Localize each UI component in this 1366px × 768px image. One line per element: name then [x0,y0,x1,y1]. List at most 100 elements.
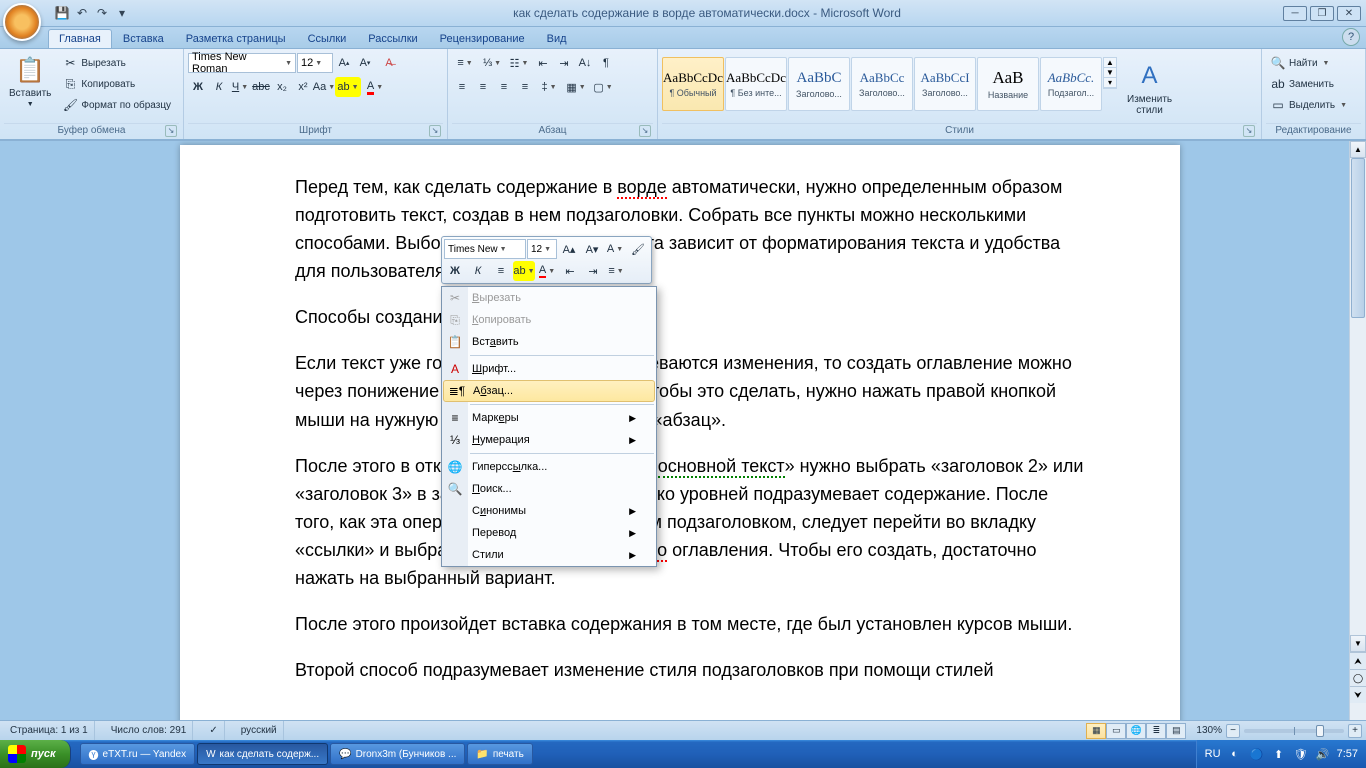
justify-icon[interactable]: ≡ [515,77,535,97]
taskbar-item-browser[interactable]: 🅨eTXT.ru — Yandex [80,743,196,765]
prev-page-icon[interactable]: ⮝ [1350,652,1366,669]
office-button[interactable] [3,3,41,41]
scroll-up-icon[interactable]: ▲ [1350,141,1366,158]
tab-insert[interactable]: Вставка [112,29,175,48]
zoom-slider[interactable] [1244,729,1344,733]
style-subtitle[interactable]: AaBbCc.Подзагол... [1040,57,1102,111]
paragraph-expand-icon[interactable]: ↘ [639,125,651,137]
mini-format-painter-icon[interactable]: 🖌 [627,239,649,259]
ctx-paste[interactable]: 📋Вставить [442,331,656,353]
borders-icon[interactable]: ▢▼ [590,77,616,97]
tray-clock[interactable]: 7:57 [1337,748,1358,760]
minimize-button[interactable]: ─ [1283,6,1307,21]
change-styles-button[interactable]: A Изменить стили [1122,57,1177,119]
font-expand-icon[interactable]: ↘ [429,125,441,137]
ctx-bullets[interactable]: ≡Маркеры▶ [442,407,656,429]
tray-icon[interactable]: 🔊 [1315,746,1331,762]
paste-button[interactable]: 📋 Вставить ▼ [4,51,56,111]
mini-center-icon[interactable]: ≡ [490,261,512,281]
mini-shrink-font-icon[interactable]: A▾ [581,239,603,259]
taskbar-item-chat[interactable]: 💬Dronx3m (Бунчиков ... [330,743,465,765]
superscript-icon[interactable]: x² [293,77,313,97]
style-scrollbar[interactable]: ▲▼▾ [1103,57,1117,89]
shrink-font-icon[interactable]: A▾ [355,53,375,73]
style-up-icon[interactable]: ▲ [1104,58,1116,68]
align-left-icon[interactable]: ≡ [452,77,472,97]
document-page[interactable]: Перед тем, как сделать содержание в ворд… [180,145,1180,720]
maximize-button[interactable]: ❐ [1310,6,1334,21]
mini-font-combo[interactable]: Times New▼ [444,239,526,259]
save-icon[interactable]: 💾 [53,4,71,22]
help-icon[interactable]: ? [1342,28,1360,46]
copy-button[interactable]: ⎘Копировать [58,74,175,94]
ctx-numbering[interactable]: ⅓Нумерация▶ [442,429,656,451]
close-button[interactable]: ✕ [1337,6,1361,21]
mini-size-combo[interactable]: 12▼ [527,239,557,259]
align-center-icon[interactable]: ≡ [473,77,493,97]
clear-format-icon[interactable]: A̶ [376,53,402,73]
tab-review[interactable]: Рецензирование [429,29,536,48]
style-heading2[interactable]: AaBbCcЗаголово... [851,57,913,111]
style-more-icon[interactable]: ▾ [1104,78,1116,88]
view-web[interactable]: 🌐 [1126,723,1146,739]
indent-dec-icon[interactable]: ⇤ [533,53,553,73]
multilevel-icon[interactable]: ☷▼ [506,53,532,73]
view-full-reading[interactable]: ▭ [1106,723,1126,739]
underline-icon[interactable]: Ч▼ [230,77,250,97]
start-button[interactable]: пуск [0,740,71,768]
redo-icon[interactable]: ↷ [93,4,111,22]
ctx-translate[interactable]: Перевод▶ [442,522,656,544]
tray-icon[interactable]: 🔵 [1249,746,1265,762]
strike-icon[interactable]: abc [251,77,271,97]
mini-highlight-icon[interactable]: ab▼ [513,261,535,281]
shading-icon[interactable]: ▦▼ [563,77,589,97]
ctx-lookup[interactable]: 🔍Поиск... [442,478,656,500]
style-down-icon[interactable]: ▼ [1104,68,1116,78]
style-no-spacing[interactable]: AaBbCcDc¶ Без инте... [725,57,787,111]
select-button[interactable]: ▭Выделить▼ [1266,95,1351,115]
mini-grow-font-icon[interactable]: A▴ [558,239,580,259]
mini-font-color-icon[interactable]: A▼ [536,261,558,281]
ctx-hyperlink[interactable]: 🌐Гиперссылка... [442,456,656,478]
grow-font-icon[interactable]: A▴ [334,53,354,73]
ctx-synonyms[interactable]: Синонимы▶ [442,500,656,522]
font-family-combo[interactable]: Times New Roman▼ [188,53,296,73]
scroll-down-icon[interactable]: ▼ [1350,635,1366,652]
zoom-in-button[interactable]: + [1348,724,1362,738]
subscript-icon[interactable]: x₂ [272,77,292,97]
taskbar-item-folder[interactable]: 📁печать [467,743,532,765]
italic-icon[interactable]: К [209,77,229,97]
font-size-combo[interactable]: 12▼ [297,53,333,73]
mini-styles-icon[interactable]: A▼ [604,239,626,259]
tab-references[interactable]: Ссылки [297,29,358,48]
browse-object-icon[interactable]: ◯ [1350,669,1366,686]
mini-indent-inc-icon[interactable]: ⇥ [582,261,604,281]
mini-italic-icon[interactable]: К [467,261,489,281]
style-heading1[interactable]: AaBbCЗаголово... [788,57,850,111]
align-right-icon[interactable]: ≡ [494,77,514,97]
bullets-icon[interactable]: ≡▼ [452,53,478,73]
ctx-paragraph[interactable]: ≣¶Абзац... [443,380,655,402]
mini-bold-icon[interactable]: Ж [444,261,466,281]
clipboard-expand-icon[interactable]: ↘ [165,125,177,137]
ctx-styles[interactable]: Стили▶ [442,544,656,566]
tab-page-layout[interactable]: Разметка страницы [175,29,297,48]
status-proofing[interactable]: ✓ [203,721,224,740]
qat-customize-icon[interactable]: ▾ [113,4,131,22]
status-page[interactable]: Страница: 1 из 1 [4,721,95,740]
bold-icon[interactable]: Ж [188,77,208,97]
ctx-font[interactable]: AШрифт... [442,358,656,380]
line-spacing-icon[interactable]: ‡▼ [536,77,562,97]
status-words[interactable]: Число слов: 291 [105,721,194,740]
tab-mailings[interactable]: Рассылки [357,29,428,48]
find-button[interactable]: 🔍Найти▼ [1266,53,1351,73]
tray-icon[interactable]: ◐ [1227,746,1243,762]
scroll-thumb[interactable] [1351,158,1365,318]
style-title[interactable]: АаВНазвание [977,57,1039,111]
mini-indent-dec-icon[interactable]: ⇤ [559,261,581,281]
cut-button[interactable]: ✂Вырезать [58,53,175,73]
style-heading3[interactable]: AaBbCcIЗаголово... [914,57,976,111]
tray-lang[interactable]: RU [1205,746,1221,762]
styles-expand-icon[interactable]: ↘ [1243,125,1255,137]
mini-bullets-icon[interactable]: ≡▼ [605,261,627,281]
